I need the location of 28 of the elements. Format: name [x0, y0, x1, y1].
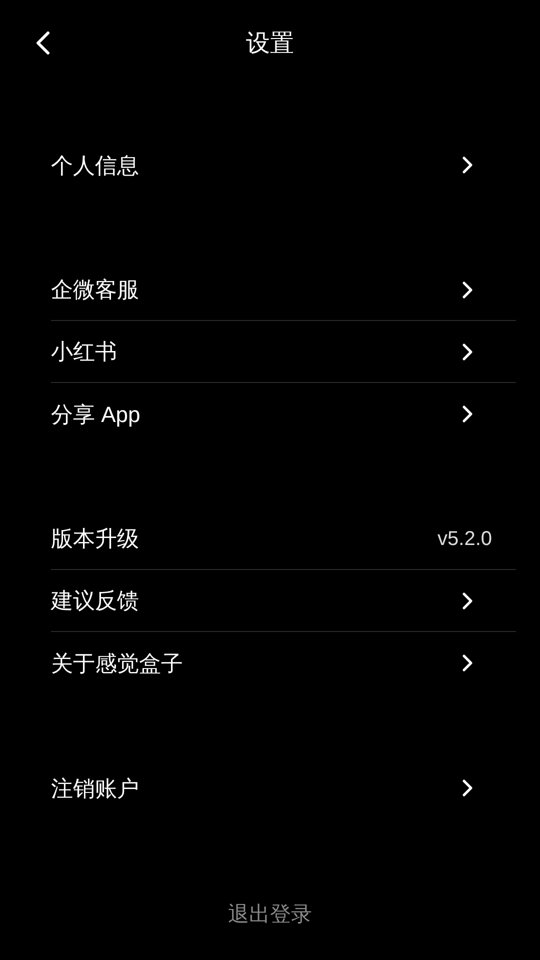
- version-value: v5.2.0: [438, 526, 492, 552]
- settings-row[interactable]: 小红书: [51, 321, 516, 383]
- settings-row[interactable]: 注销账户: [51, 757, 516, 819]
- page-title: 设置: [246, 29, 294, 59]
- row-label: 建议反馈: [51, 587, 139, 615]
- settings-row[interactable]: 关于感觉盒子: [51, 632, 516, 694]
- chevron-right-icon: [462, 654, 474, 672]
- chevron-right-icon: [462, 342, 474, 360]
- chevron-right-icon: [462, 280, 474, 298]
- row-label: 注销账户: [51, 774, 139, 802]
- chevron-right-icon: [462, 405, 474, 423]
- row-label: 分享 App: [51, 400, 140, 429]
- chevron-right-icon: [462, 779, 474, 797]
- back-button[interactable]: [34, 30, 52, 56]
- settings-row[interactable]: 企微客服: [51, 259, 516, 321]
- settings-row[interactable]: 个人信息: [51, 134, 516, 196]
- back-icon: [36, 31, 50, 55]
- chevron-right-icon: [462, 156, 474, 174]
- row-label: 关于感觉盒子: [51, 650, 183, 678]
- settings-row[interactable]: 版本升级 v5.2.0: [51, 508, 516, 570]
- row-label: 企微客服: [51, 276, 139, 304]
- chevron-right-icon: [462, 592, 474, 610]
- row-label: 版本升级: [51, 525, 139, 553]
- logout-button[interactable]: 退出登录: [228, 899, 312, 930]
- row-label: 个人信息: [51, 152, 139, 180]
- settings-row[interactable]: 分享 App: [51, 383, 516, 445]
- row-label: 小红书: [51, 338, 117, 366]
- settings-row[interactable]: 建议反馈: [51, 570, 516, 632]
